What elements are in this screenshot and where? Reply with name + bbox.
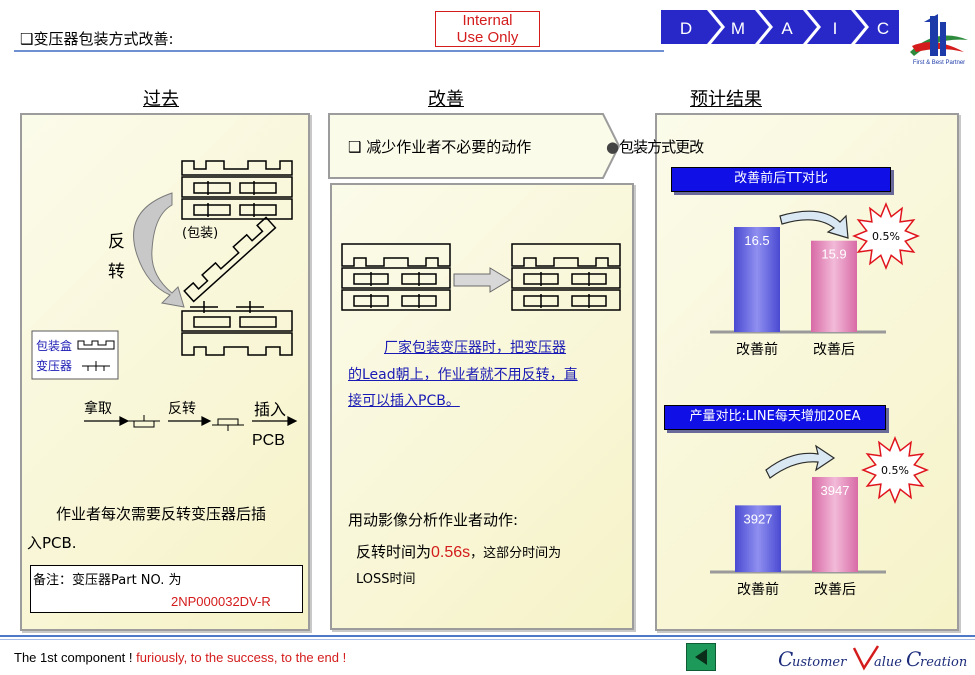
- output-comparison-banner: 产量对比:LINE每天增加20EA: [664, 405, 886, 430]
- package-top-diagram: [181, 160, 293, 220]
- right-arrow: [453, 267, 511, 293]
- footer-slogan-red: furiously, to the success, to the end !: [136, 650, 347, 665]
- company-logo: First & Best Partner: [910, 14, 968, 66]
- bar-value-label: 3947: [821, 483, 850, 498]
- flip-time-value: 0.56s: [431, 544, 471, 561]
- back-arrow-icon: [695, 649, 707, 665]
- part-note-label: 备注：变压器Part NO. 为: [33, 573, 182, 588]
- improved-package-diagram: [341, 243, 621, 311]
- bulb-icon: ●: [606, 138, 620, 156]
- category-label: 改善前: [736, 341, 778, 358]
- bar-value-label: 16.5: [744, 233, 769, 248]
- customer-value-creation-logo: C ustomer alue C reation: [778, 645, 967, 671]
- footer-divider: [0, 635, 975, 637]
- header-divider: [14, 50, 664, 52]
- internal-line-1: Internal: [462, 12, 513, 29]
- legend-transformer-label: 变压器: [36, 358, 72, 373]
- flip-arrow: [133, 192, 185, 308]
- dmaic-i: I: [833, 19, 838, 38]
- part-note-box: 备注：变压器Part NO. 为 2NP000032DV-R: [30, 565, 303, 613]
- package-change-text: 包装方式更改: [619, 138, 704, 156]
- footer-divider-thin: [0, 639, 975, 640]
- svg-text:alue: alue: [874, 655, 902, 670]
- dmaic-a: A: [781, 19, 793, 38]
- flip-label-2: 转: [108, 262, 125, 282]
- bar-value-label: 15.9: [821, 247, 846, 262]
- improve-headline: ❑ 减少作业者不必要的动作: [348, 138, 532, 156]
- flip-diagram: (包装) 反 转 包装盒 变压器 拿取 反转 插入 PCB: [31, 160, 298, 445]
- flip-time-suffix: ，这部分时间为: [470, 546, 562, 561]
- package-bottom-diagram: [181, 301, 293, 356]
- internal-use-badge: Internal Use Only: [435, 11, 540, 47]
- logo-caption: First & Best Partner: [913, 60, 965, 66]
- tt-comparison-banner: 改善前后TT对比: [671, 167, 891, 192]
- bar-value-label: 3927: [744, 511, 773, 526]
- expected-header-text: ●包装方式更改: [606, 136, 704, 157]
- back-button[interactable]: [686, 643, 716, 671]
- part-number: 2NP000032DV-R: [171, 594, 271, 609]
- step-flip-label: 反转: [168, 401, 196, 417]
- column-title-expected: 预计结果: [690, 89, 762, 110]
- svg-text:ustomer: ustomer: [792, 655, 847, 670]
- trend-arrow: [779, 210, 849, 239]
- step-insert-label: 插入: [254, 400, 286, 419]
- trend-arrow: [765, 444, 836, 479]
- footer-slogan: The 1st component ! furiously, to the su…: [14, 650, 346, 665]
- loss-time: LOSS时间: [356, 572, 416, 587]
- improve-link-line-3[interactable]: 接可以插入PCB。: [348, 390, 460, 413]
- category-label: 改善前: [737, 581, 779, 598]
- step-take-label: 拿取: [84, 400, 112, 417]
- dmaic-d: D: [680, 19, 692, 38]
- improve-link-line-1[interactable]: 厂家包装变压器时，把变压器: [384, 337, 566, 360]
- svg-text:reation: reation: [920, 655, 967, 670]
- step-pcb-label: PCB: [252, 432, 285, 445]
- tt-chart: 16.5 改善前 15.9 改善后 0.5%: [710, 202, 920, 358]
- past-description-line-1: 作业者每次需要反转变压器后插: [56, 505, 267, 523]
- page-title: ❑变压器包装方式改善:: [20, 30, 174, 48]
- flip-time-line: 反转时间为0.56s，这部分时间为: [356, 541, 561, 562]
- dmaic-step-d: D: [661, 10, 721, 44]
- category-label: 改善后: [814, 582, 856, 598]
- internal-line-2: Use Only: [456, 29, 519, 46]
- past-description-line-2: 入PCB.: [27, 534, 77, 552]
- dmaic-steps: D M A I C: [661, 10, 899, 44]
- category-label: 改善后: [813, 342, 855, 358]
- package-label: (包装): [182, 226, 218, 241]
- dmaic-m: M: [731, 19, 745, 38]
- analysis-text: 用动影像分析作业者动作:: [348, 511, 519, 529]
- improve-link-line-2[interactable]: 的Lead朝上，作业者就不用反转，直: [348, 364, 578, 387]
- flip-label-1: 反: [108, 232, 125, 252]
- output-chart: 3927 改善前 3947 改善后 0.5%: [710, 436, 929, 598]
- change-badge-label: 0.5%: [881, 464, 909, 477]
- legend-package-label: 包装盒: [36, 338, 72, 353]
- column-title-improve: 改善: [428, 89, 464, 110]
- column-title-past: 过去: [143, 89, 179, 110]
- dmaic-c: C: [877, 19, 889, 38]
- footer-slogan-black: The 1st component !: [14, 650, 133, 665]
- flip-time-prefix: 反转时间为: [356, 543, 432, 561]
- change-badge-label: 0.5%: [872, 230, 900, 243]
